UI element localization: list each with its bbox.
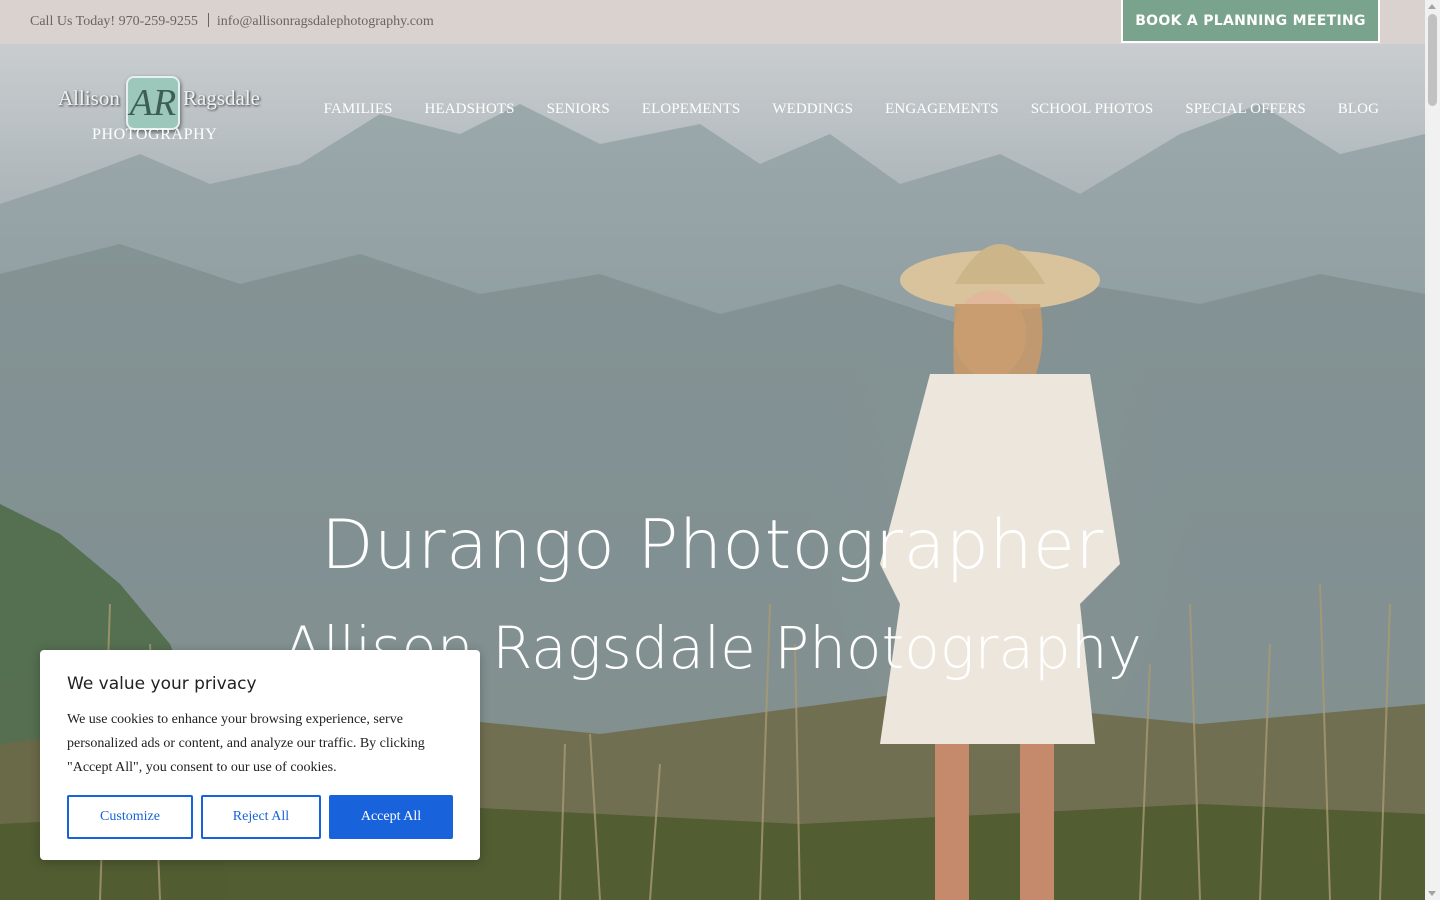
logo-first-name: Allison xyxy=(58,86,120,110)
divider xyxy=(207,13,209,27)
cookie-consent-banner: We value your privacy We use cookies to … xyxy=(40,650,480,860)
phone-link[interactable]: Call Us Today! 970-259-9255 xyxy=(30,14,198,29)
contact-info: Call Us Today! 970-259-9255 info@allisonr… xyxy=(30,13,434,30)
cookie-title: We value your privacy xyxy=(67,674,257,694)
nav-item-blog[interactable]: BLOG xyxy=(1338,101,1379,118)
nav-item-seniors[interactable]: SENIORS xyxy=(547,101,610,118)
logo-last-name: Ragsdale xyxy=(183,86,260,110)
site-logo[interactable]: Allison AR Ragsdale PHOTOGRAPHY xyxy=(56,76,266,148)
nav-item-families[interactable]: FAMILIES xyxy=(324,101,393,118)
nav-item-elopements[interactable]: ELOPEMENTS xyxy=(642,101,741,118)
main-nav: FAMILIES HEADSHOTS SENIORS ELOPEMENTS WE… xyxy=(292,101,1379,118)
scroll-down-icon[interactable] xyxy=(1428,891,1436,896)
cookie-description: We use cookies to enhance your browsing … xyxy=(67,712,425,775)
logo-subtitle: PHOTOGRAPHY xyxy=(92,126,218,143)
page-scrollbar[interactable] xyxy=(1425,0,1440,900)
email-link[interactable]: info@allisonragsdalephotography.com xyxy=(217,14,434,29)
cookie-customize-button[interactable]: Customize xyxy=(67,795,193,839)
top-bar: Call Us Today! 970-259-9255 info@allisonr… xyxy=(0,0,1425,44)
logo-monogram-icon: AR xyxy=(126,76,180,130)
nav-item-engagements[interactable]: ENGAGEMENTS xyxy=(885,101,999,118)
nav-item-school-photos[interactable]: SCHOOL PHOTOS xyxy=(1031,101,1154,118)
nav-item-headshots[interactable]: HEADSHOTS xyxy=(425,101,515,118)
nav-item-special-offers[interactable]: SPECIAL OFFERS xyxy=(1185,101,1305,118)
cookie-accept-all-button[interactable]: Accept All xyxy=(329,795,453,839)
scrollbar-thumb[interactable] xyxy=(1428,14,1437,106)
cookie-reject-all-button[interactable]: Reject All xyxy=(201,795,321,839)
nav-item-weddings[interactable]: WEDDINGS xyxy=(772,101,853,118)
book-planning-meeting-button[interactable]: BOOK A PLANNING MEETING xyxy=(1121,0,1380,43)
scroll-up-icon[interactable] xyxy=(1428,4,1436,9)
hero-heading: Durango Photographer xyxy=(321,506,1104,585)
